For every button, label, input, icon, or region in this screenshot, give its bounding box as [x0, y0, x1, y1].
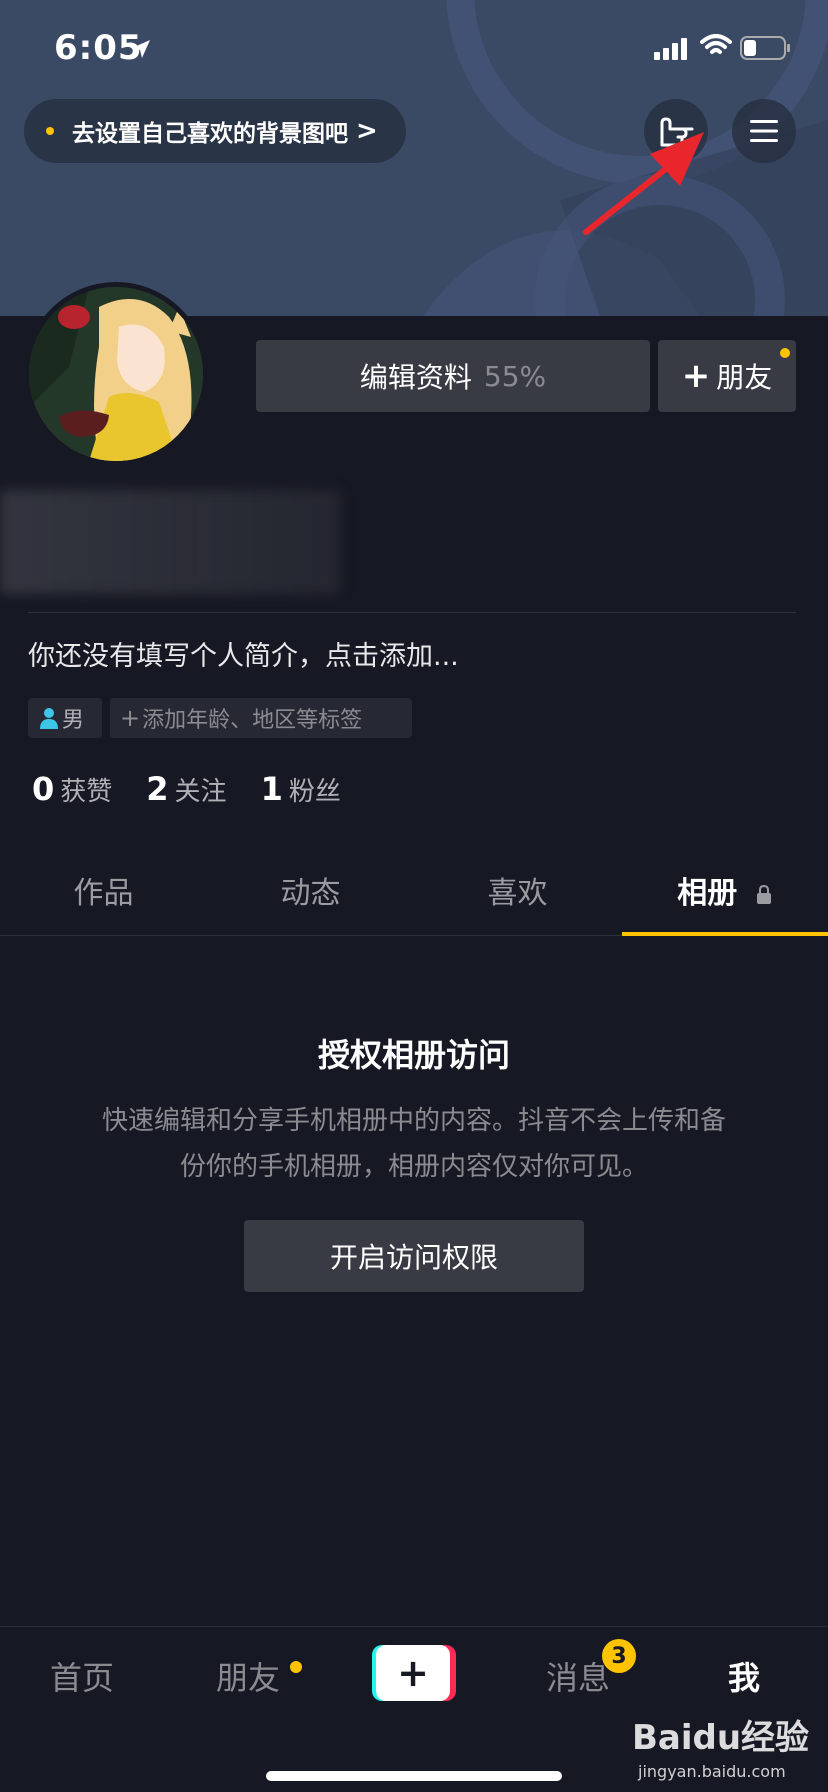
wifi-icon: [700, 34, 732, 54]
active-tab-indicator: [622, 932, 828, 936]
plus-icon: +: [681, 356, 711, 396]
tab-album[interactable]: 相册: [621, 862, 828, 936]
person-icon: [40, 708, 58, 729]
add-friend-label: 朋友: [716, 361, 773, 394]
cellular-signal-icon: [654, 38, 687, 60]
set-background-hint[interactable]: 去设置自己喜欢的背景图吧 >: [24, 99, 406, 163]
hamburger-menu-icon: [750, 120, 778, 142]
hint-text: 去设置自己喜欢的背景图吧: [72, 121, 348, 147]
following-count: 2: [146, 770, 169, 808]
likes-count: 0: [32, 770, 55, 808]
profile-tabs: 作品 动态 喜欢 相册: [0, 862, 828, 936]
lock-icon: [756, 884, 771, 904]
nav-friends[interactable]: 朋友: [216, 1653, 280, 1699]
edit-profile-label: 编辑资料: [359, 361, 472, 394]
album-auth-title: 授权相册访问: [317, 1036, 510, 1074]
followers-count: 1: [260, 770, 283, 808]
status-bar: 6:05: [0, 0, 828, 96]
messages-badge: 3: [602, 1639, 636, 1673]
album-auth-desc-line1: 快速编辑和分享手机相册中的内容。抖音不会上传和备: [101, 1106, 726, 1136]
divider: [28, 612, 796, 613]
enable-album-access-button[interactable]: 开启访问权限: [244, 1220, 584, 1292]
avatar[interactable]: [24, 282, 208, 466]
stat-likes[interactable]: 0 获赞: [32, 770, 112, 808]
tab-works[interactable]: 作品: [0, 862, 207, 936]
likes-label: 获赞: [60, 777, 113, 807]
avatar-image: [29, 287, 203, 461]
nav-messages[interactable]: 消息: [546, 1653, 610, 1699]
menu-button[interactable]: [732, 99, 796, 163]
location-arrow-icon: [132, 40, 150, 58]
following-label: 关注: [174, 777, 227, 807]
red-arrow-annotation: [583, 132, 704, 235]
profile-completion-percent: 55%: [483, 359, 547, 393]
watermark-main: Baidu经验: [632, 1718, 810, 1758]
friends-notification-dot: [290, 1661, 302, 1673]
baidu-watermark: Baidu经验 jingyan.baidu.com: [630, 1710, 826, 1788]
add-tags-label: 添加年龄、地区等标签: [142, 708, 363, 733]
album-auth-description: 快速编辑和分享手机相册中的内容。抖音不会上传和备 份你的手机相册，相册内容仅对你…: [64, 1098, 764, 1190]
notification-dot: [780, 348, 790, 358]
create-post-button[interactable]: +: [372, 1645, 456, 1701]
watermark-sub: jingyan.baidu.com: [638, 1762, 786, 1781]
gender-label: 男: [62, 708, 85, 733]
tab-album-label: 相册: [677, 876, 738, 911]
followers-label: 粉丝: [288, 777, 341, 807]
battery-icon: [740, 36, 790, 60]
blurred-username: [0, 490, 340, 594]
stat-following[interactable]: 2 关注: [146, 770, 226, 808]
gender-tag[interactable]: 男: [28, 698, 102, 738]
nav-home[interactable]: 首页: [50, 1653, 114, 1699]
add-friend-button[interactable]: + 朋友: [658, 340, 796, 412]
plus-icon: +: [120, 704, 141, 732]
tab-dynamics[interactable]: 动态: [207, 862, 414, 936]
anime-avatar-illustration: [29, 287, 203, 461]
tab-likes[interactable]: 喜欢: [414, 862, 621, 936]
hint-dot: [46, 127, 54, 135]
bio-text[interactable]: 你还没有填写个人简介，点击添加...: [28, 634, 459, 673]
add-tags-button[interactable]: + 添加年龄、地区等标签: [110, 698, 412, 738]
edit-profile-button[interactable]: 编辑资料 55%: [256, 340, 650, 412]
chevron-right-icon: >: [356, 116, 378, 146]
profile-stats: 0 获赞 2 关注 1 粉丝: [32, 770, 375, 808]
home-indicator[interactable]: [266, 1771, 562, 1781]
nav-me[interactable]: 我: [728, 1653, 760, 1699]
stat-followers[interactable]: 1 粉丝: [261, 770, 341, 808]
album-auth-desc-line2: 份你的手机相册，相册内容仅对你可见。: [179, 1152, 648, 1182]
plus-icon: +: [376, 1645, 450, 1701]
